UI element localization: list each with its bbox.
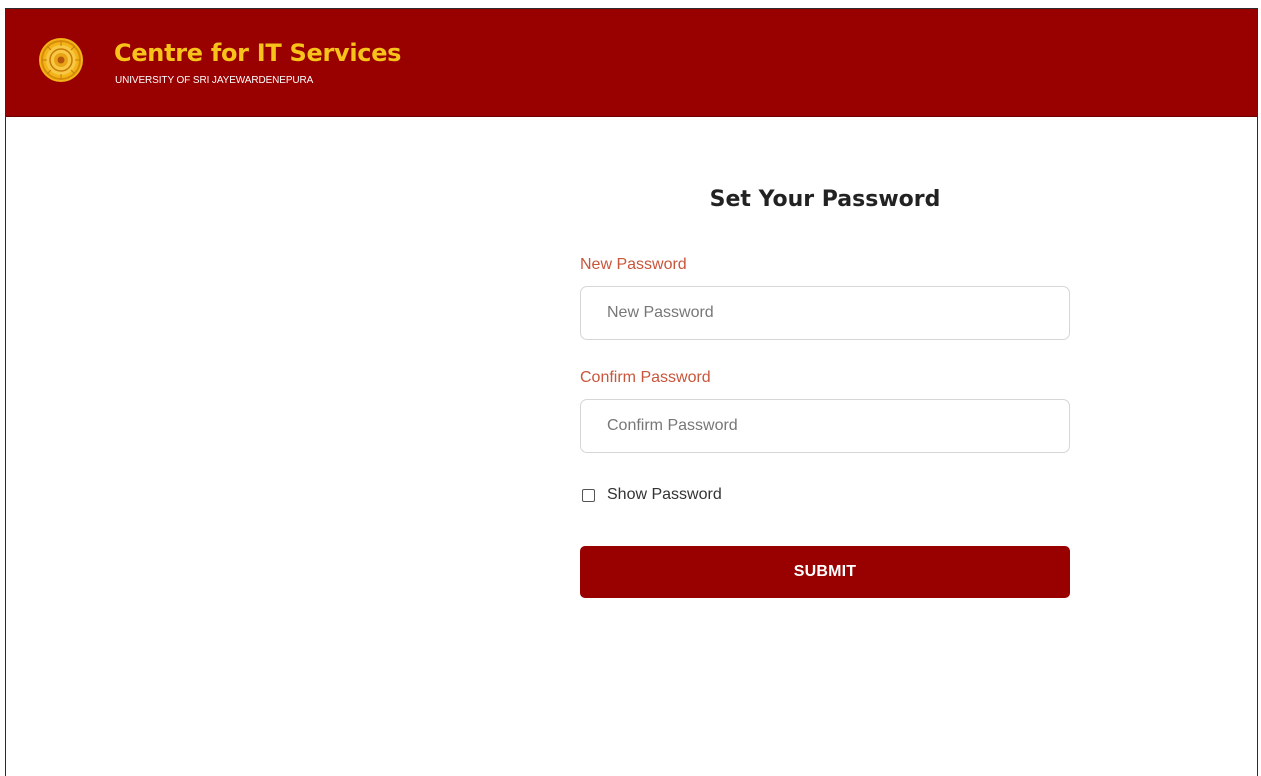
submit-button[interactable]: SUBMIT bbox=[580, 546, 1070, 598]
brand-subtitle: UNIVERSITY OF SRI JAYEWARDENEPURA bbox=[115, 75, 314, 86]
brand-title[interactable]: Centre for IT Services bbox=[114, 39, 401, 67]
page-title: Set Your Password bbox=[709, 187, 941, 212]
site-header: Centre for IT Services UNIVERSITY OF SRI… bbox=[6, 9, 1257, 117]
confirm-password-field[interactable] bbox=[580, 399, 1070, 453]
new-password-field[interactable] bbox=[580, 286, 1070, 340]
show-password-checkbox[interactable] bbox=[582, 488, 595, 502]
show-password-row[interactable]: Show Password bbox=[582, 485, 722, 505]
new-password-label: New Password bbox=[580, 256, 687, 273]
university-emblem-icon[interactable] bbox=[38, 37, 84, 83]
confirm-password-label: Confirm Password bbox=[580, 369, 711, 386]
page-frame: Centre for IT Services UNIVERSITY OF SRI… bbox=[5, 8, 1258, 776]
show-password-label[interactable]: Show Password bbox=[607, 486, 722, 504]
